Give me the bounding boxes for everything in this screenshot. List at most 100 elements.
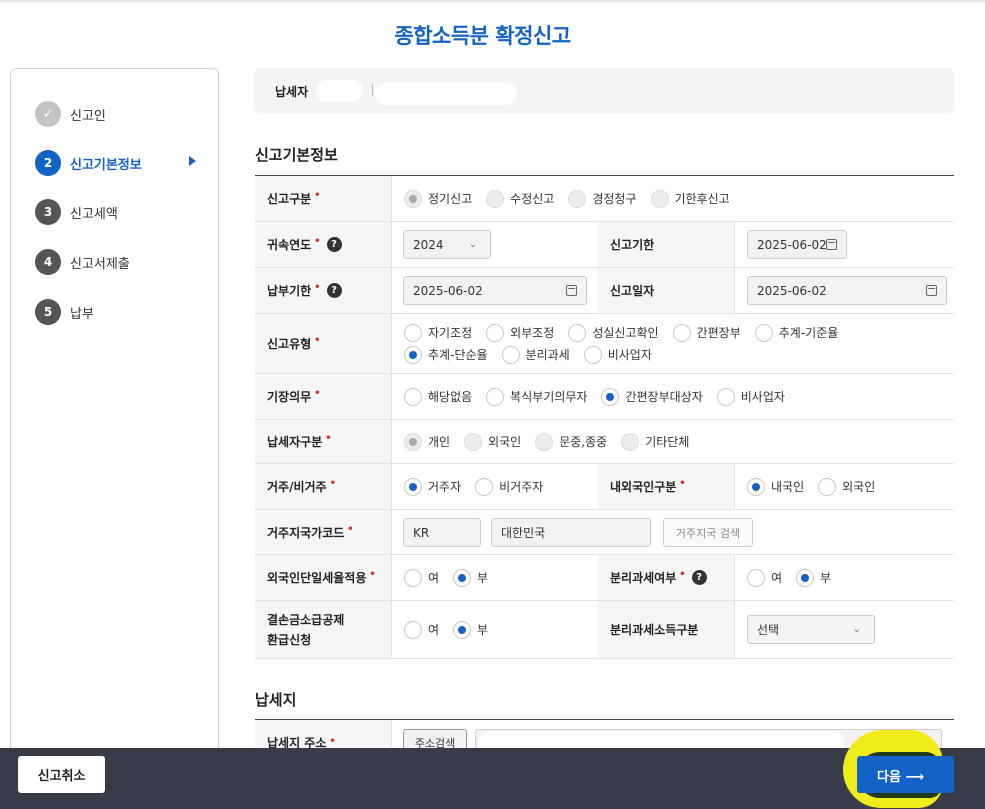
radio-no[interactable]: 부	[796, 567, 831, 589]
row-label: 분리과세소득구분	[598, 601, 734, 658]
help-icon[interactable]: ?	[691, 570, 707, 585]
radio-yes[interactable]: 여	[404, 567, 439, 589]
check-icon: ✓	[35, 101, 61, 127]
report-type-radios: 정기신고 수정신고 경정청구 기한후신고	[404, 176, 744, 221]
table-row: 거주지국가코드 • KR 대한민국 거주지국 검색	[255, 510, 954, 555]
radio-foreigner[interactable]: 외국인	[464, 431, 521, 453]
step-label: 납부	[70, 306, 94, 322]
help-icon[interactable]: ?	[326, 237, 342, 252]
row-label: 납세자구분 •	[255, 420, 391, 463]
row-label: 납부기한 •?	[255, 268, 391, 313]
radio-est-standard[interactable]: 추계-기준율	[754, 322, 838, 344]
row-label: 분리과세여부 •?	[598, 555, 734, 600]
country-code-field: KR	[403, 518, 481, 547]
calendar-icon[interactable]	[566, 285, 577, 296]
step-label: 신고인	[70, 108, 106, 124]
radio-foreign[interactable]: 외국인	[818, 476, 875, 498]
cancel-report-button[interactable]: 신고취소	[18, 756, 105, 793]
calendar-icon	[826, 239, 837, 250]
radio-external[interactable]: 외부조정	[486, 322, 554, 344]
deadline-field: 2025-06-02	[747, 230, 847, 259]
radio-est-simple[interactable]: 추계-단순율	[404, 344, 488, 366]
year-select[interactable]: 2024 ⌄	[403, 230, 491, 259]
help-icon[interactable]: ?	[326, 283, 342, 298]
row-label: 귀속연도 •?	[255, 222, 391, 267]
table-row: 결손금소급공제 환급신청 여 부 분리과세소득구분 선택 ⌄	[255, 601, 954, 659]
flat-rate-radios: 여 부	[404, 555, 502, 600]
divider	[372, 84, 373, 96]
step-number: 3	[35, 199, 61, 225]
footer-bar: 신고취소	[0, 748, 985, 809]
report-date-field[interactable]: 2025-06-02	[747, 276, 947, 305]
section-heading-basic: 신고기본정보	[255, 146, 338, 164]
step-1[interactable]: ✓ 신고인	[35, 101, 106, 127]
radio-simple-book[interactable]: 간편장부	[672, 322, 741, 344]
row-label: 기장의무 •	[255, 374, 391, 419]
basic-info-table: 신고구분 • 정기신고 수정신고 경정청구 기한후신고 귀속연도 •? 2024 ⌄ …	[255, 176, 954, 659]
row-label: 신고기한	[598, 222, 734, 267]
radio-self[interactable]: 자기조정	[404, 322, 472, 344]
step-4[interactable]: 4 신고서제출	[35, 249, 130, 275]
radio-individual[interactable]: 개인	[404, 431, 450, 453]
country-search-button[interactable]: 거주지국 검색	[663, 518, 753, 547]
address-label-cell: 납세지 주소 •	[255, 720, 391, 750]
step-number: 4	[35, 249, 61, 275]
row-label: 신고유형 •	[255, 314, 391, 373]
next-button-label[interactable]: 다음 ⟶	[860, 758, 937, 790]
chevron-down-icon: ⌄	[468, 239, 477, 250]
radio-no[interactable]: 부	[453, 567, 488, 589]
radio-none[interactable]: 해당없음	[404, 386, 472, 408]
row-label: 내외국인구분 •	[598, 464, 734, 509]
radio-yes[interactable]: 여	[747, 567, 782, 589]
step-sidebar: ✓ 신고인 2 신고기본정보 3 신고세액 4 신고서제출 5 납부	[10, 68, 219, 768]
radio-non-resident[interactable]: 비거주자	[475, 476, 543, 498]
calendar-icon[interactable]	[926, 285, 937, 296]
radio-korean[interactable]: 내국인	[747, 476, 804, 498]
radio-regular[interactable]: 정기신고	[404, 188, 472, 210]
loss-carryback-radios: 여 부	[404, 601, 502, 658]
row-label: 외국인단일세율적용 •	[255, 555, 391, 600]
table-row: 거주/비거주 • 거주자 비거주자 내외국인구분 • 내국인 외국인	[255, 464, 954, 510]
step-2[interactable]: 2 신고기본정보	[35, 150, 142, 176]
residency-radios: 거주자 비거주자	[404, 464, 557, 509]
taxpayer-type-radios: 개인 외국인 문중,종중 기타단체	[404, 420, 703, 463]
radio-no[interactable]: 부	[453, 619, 488, 641]
radio-amend[interactable]: 수정신고	[486, 188, 554, 210]
row-label: 신고일자	[598, 268, 734, 313]
pay-date-field[interactable]: 2025-06-02	[403, 276, 587, 305]
radio-double-entry[interactable]: 복식부기의무자	[486, 386, 587, 408]
step-label: 신고세액	[70, 206, 118, 222]
table-row: 외국인단일세율적용 • 여 부 분리과세여부 •? 여 부	[255, 555, 954, 601]
radio-late[interactable]: 기한후신고	[650, 188, 730, 210]
radio-clan[interactable]: 문중,종중	[535, 431, 607, 453]
chevron-down-icon: ⌄	[852, 624, 861, 635]
radio-simple-entry[interactable]: 간편장부대상자	[601, 386, 703, 408]
section-heading-address: 납세지	[255, 691, 297, 709]
bookkeeping-radios: 해당없음 복식부기의무자 간편장부대상자 비사업자	[404, 374, 799, 419]
row-label: 신고구분 •	[255, 176, 391, 221]
radio-resident[interactable]: 거주자	[404, 476, 461, 498]
table-row: 기장의무 • 해당없음 복식부기의무자 간편장부대상자 비사업자	[255, 374, 954, 420]
redacted-block	[316, 80, 363, 102]
income-type-select[interactable]: 선택 ⌄	[747, 615, 875, 644]
radio-non-biz[interactable]: 비사업자	[716, 386, 785, 408]
row-label: 거주지국가코드 •	[255, 510, 391, 554]
address-search-button[interactable]: 주소검색	[403, 729, 467, 748]
step-5[interactable]: 5 납부	[35, 299, 94, 325]
nationality-radios: 내국인 외국인	[747, 464, 889, 509]
radio-separate[interactable]: 분리과세	[501, 344, 570, 366]
radio-other-group[interactable]: 기타단체	[621, 431, 689, 453]
radio-faithful[interactable]: 성실신고확인	[568, 322, 659, 344]
radio-correction[interactable]: 경정청구	[568, 188, 637, 210]
table-row: 귀속연도 •? 2024 ⌄ 신고기한 2025-06-02	[255, 222, 954, 268]
page-title: 종합소득분 확정신고	[394, 24, 571, 48]
step-number: 5	[35, 299, 61, 325]
radio-yes[interactable]: 여	[404, 619, 439, 641]
table-row: 납세자구분 • 개인 외국인 문중,종중 기타단체	[255, 420, 954, 464]
report-kind-radios: 자기조정 외부조정 성실신고확인 간편장부 추계-기준율 추계-단순율 분리과세…	[404, 314, 949, 373]
step-3[interactable]: 3 신고세액	[35, 199, 118, 225]
taxpayer-label: 납세자	[275, 85, 309, 99]
radio-non-business[interactable]: 비사업자	[583, 344, 652, 366]
separate-tax-radios: 여 부	[747, 555, 845, 600]
step-label: 신고서제출	[70, 256, 130, 272]
